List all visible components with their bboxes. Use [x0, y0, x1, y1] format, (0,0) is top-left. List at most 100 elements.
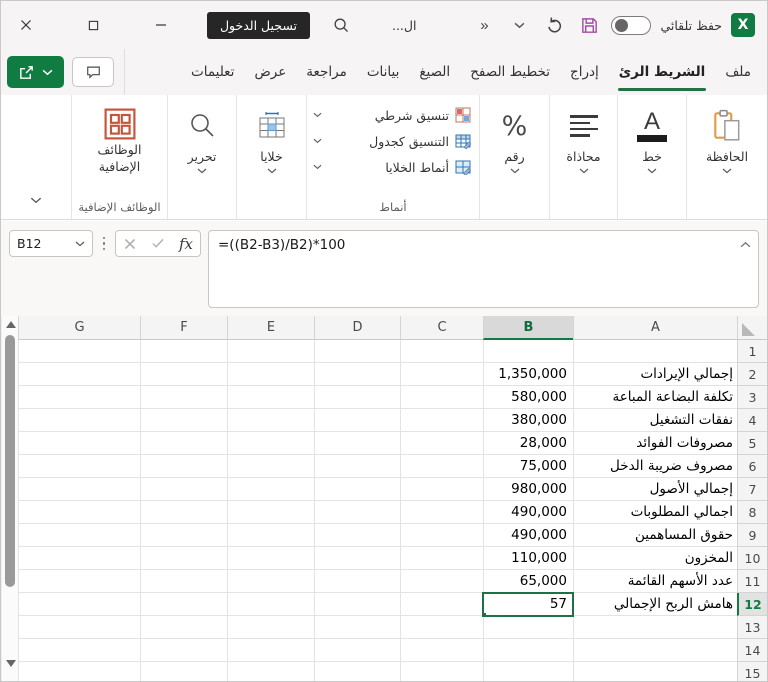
- cell[interactable]: [227, 593, 314, 616]
- cell[interactable]: [314, 639, 400, 662]
- cell[interactable]: [314, 340, 400, 363]
- cancel-entry-button[interactable]: [118, 232, 142, 256]
- drag-handle[interactable]: [100, 230, 108, 257]
- cell-A15[interactable]: [573, 662, 737, 681]
- cell-B4[interactable]: 380,000: [483, 409, 573, 432]
- cell-A12[interactable]: هامش الربح الإجمالي: [573, 593, 737, 616]
- cell[interactable]: [314, 570, 400, 593]
- cell-B13[interactable]: [483, 616, 573, 639]
- group-clipboard[interactable]: الحافظة: [686, 95, 767, 219]
- cell[interactable]: [227, 524, 314, 547]
- cell[interactable]: [314, 455, 400, 478]
- cell-A2[interactable]: إجمالي الإيرادات: [573, 363, 737, 386]
- column-header-B[interactable]: B: [483, 316, 573, 340]
- sign-in-button[interactable]: تسجيل الدخول: [206, 11, 310, 39]
- cell[interactable]: [18, 593, 140, 616]
- row-header[interactable]: 9: [737, 524, 767, 547]
- cell[interactable]: [314, 593, 400, 616]
- cell-B1[interactable]: [483, 340, 573, 363]
- cell-B9[interactable]: 490,000: [483, 524, 573, 547]
- tab-data[interactable]: بيانات: [357, 49, 410, 95]
- row-header[interactable]: 4: [737, 409, 767, 432]
- quick-access-chevron-button[interactable]: [506, 12, 532, 38]
- cell-B15[interactable]: [483, 662, 573, 681]
- cell[interactable]: [140, 501, 227, 524]
- cell-B2[interactable]: 1,350,000: [483, 363, 573, 386]
- cell[interactable]: [140, 386, 227, 409]
- cell[interactable]: [314, 616, 400, 639]
- format-as-table-button[interactable]: التنسيق كجدول: [313, 130, 471, 152]
- cell[interactable]: [314, 478, 400, 501]
- column-header-F[interactable]: F: [140, 316, 227, 340]
- cell[interactable]: [18, 501, 140, 524]
- row-header[interactable]: 5: [737, 432, 767, 455]
- cell-A14[interactable]: [573, 639, 737, 662]
- cell[interactable]: [227, 547, 314, 570]
- cell[interactable]: [227, 616, 314, 639]
- maximize-button[interactable]: [81, 10, 106, 40]
- insert-function-button[interactable]: fx: [174, 232, 198, 256]
- cell[interactable]: [314, 432, 400, 455]
- cell[interactable]: [18, 547, 140, 570]
- cell-A7[interactable]: إجمالي الأصول: [573, 478, 737, 501]
- cell[interactable]: [18, 478, 140, 501]
- group-alignment[interactable]: محاذاة: [549, 95, 617, 219]
- cell[interactable]: [227, 662, 314, 681]
- fill-handle[interactable]: [484, 612, 487, 615]
- row-header[interactable]: 14: [737, 639, 767, 662]
- cell[interactable]: [227, 455, 314, 478]
- cell[interactable]: [400, 524, 483, 547]
- cell[interactable]: [140, 639, 227, 662]
- cell[interactable]: [400, 501, 483, 524]
- cell-A11[interactable]: عدد الأسهم القائمة: [573, 570, 737, 593]
- cell[interactable]: [227, 340, 314, 363]
- cell-A3[interactable]: تكلفة البضاعة المباعة: [573, 386, 737, 409]
- cell[interactable]: [314, 409, 400, 432]
- cell[interactable]: [400, 662, 483, 681]
- cell-A6[interactable]: مصروف ضريبة الدخل: [573, 455, 737, 478]
- cell[interactable]: [314, 662, 400, 681]
- cell[interactable]: [400, 363, 483, 386]
- group-cells[interactable]: خلايا: [236, 95, 306, 219]
- cell[interactable]: [18, 363, 140, 386]
- cell[interactable]: [18, 386, 140, 409]
- row-header[interactable]: 1: [737, 340, 767, 363]
- cell[interactable]: [227, 501, 314, 524]
- cell[interactable]: [18, 524, 140, 547]
- minimize-button[interactable]: [149, 10, 174, 40]
- row-header[interactable]: 6: [737, 455, 767, 478]
- cell-A9[interactable]: حقوق المساهمين: [573, 524, 737, 547]
- column-header-D[interactable]: D: [314, 316, 400, 340]
- cell-B5[interactable]: 28,000: [483, 432, 573, 455]
- cell[interactable]: [400, 478, 483, 501]
- cell-A13[interactable]: [573, 616, 737, 639]
- cell[interactable]: [314, 524, 400, 547]
- cell-B11[interactable]: 65,000: [483, 570, 573, 593]
- collapse-formula-bar-button[interactable]: [740, 236, 751, 251]
- group-number[interactable]: % رقم: [479, 95, 549, 219]
- cell[interactable]: [140, 570, 227, 593]
- cell[interactable]: [227, 570, 314, 593]
- collapse-ribbon-button[interactable]: [20, 188, 52, 211]
- column-header-A[interactable]: A: [573, 316, 737, 340]
- cell-A8[interactable]: اجمالي المطلوبات: [573, 501, 737, 524]
- cell-A5[interactable]: مصروفات الفوائد: [573, 432, 737, 455]
- cell[interactable]: [400, 593, 483, 616]
- scroll-down-arrow-icon[interactable]: [6, 660, 16, 667]
- column-header-C[interactable]: C: [400, 316, 483, 340]
- cell[interactable]: [400, 386, 483, 409]
- tab-formulas[interactable]: الصيغ: [409, 49, 460, 95]
- scrollbar-thumb[interactable]: [5, 335, 15, 587]
- cell[interactable]: [227, 386, 314, 409]
- cell[interactable]: [18, 455, 140, 478]
- cell[interactable]: [140, 478, 227, 501]
- cell[interactable]: [140, 524, 227, 547]
- cell-B14[interactable]: [483, 639, 573, 662]
- group-editing[interactable]: تحرير: [167, 95, 236, 219]
- vertical-scrollbar[interactable]: [1, 316, 18, 681]
- cell[interactable]: [18, 662, 140, 681]
- undo-button[interactable]: [541, 12, 567, 38]
- column-header-E[interactable]: E: [227, 316, 314, 340]
- comments-button[interactable]: [72, 57, 114, 87]
- column-header-G[interactable]: G: [18, 316, 140, 340]
